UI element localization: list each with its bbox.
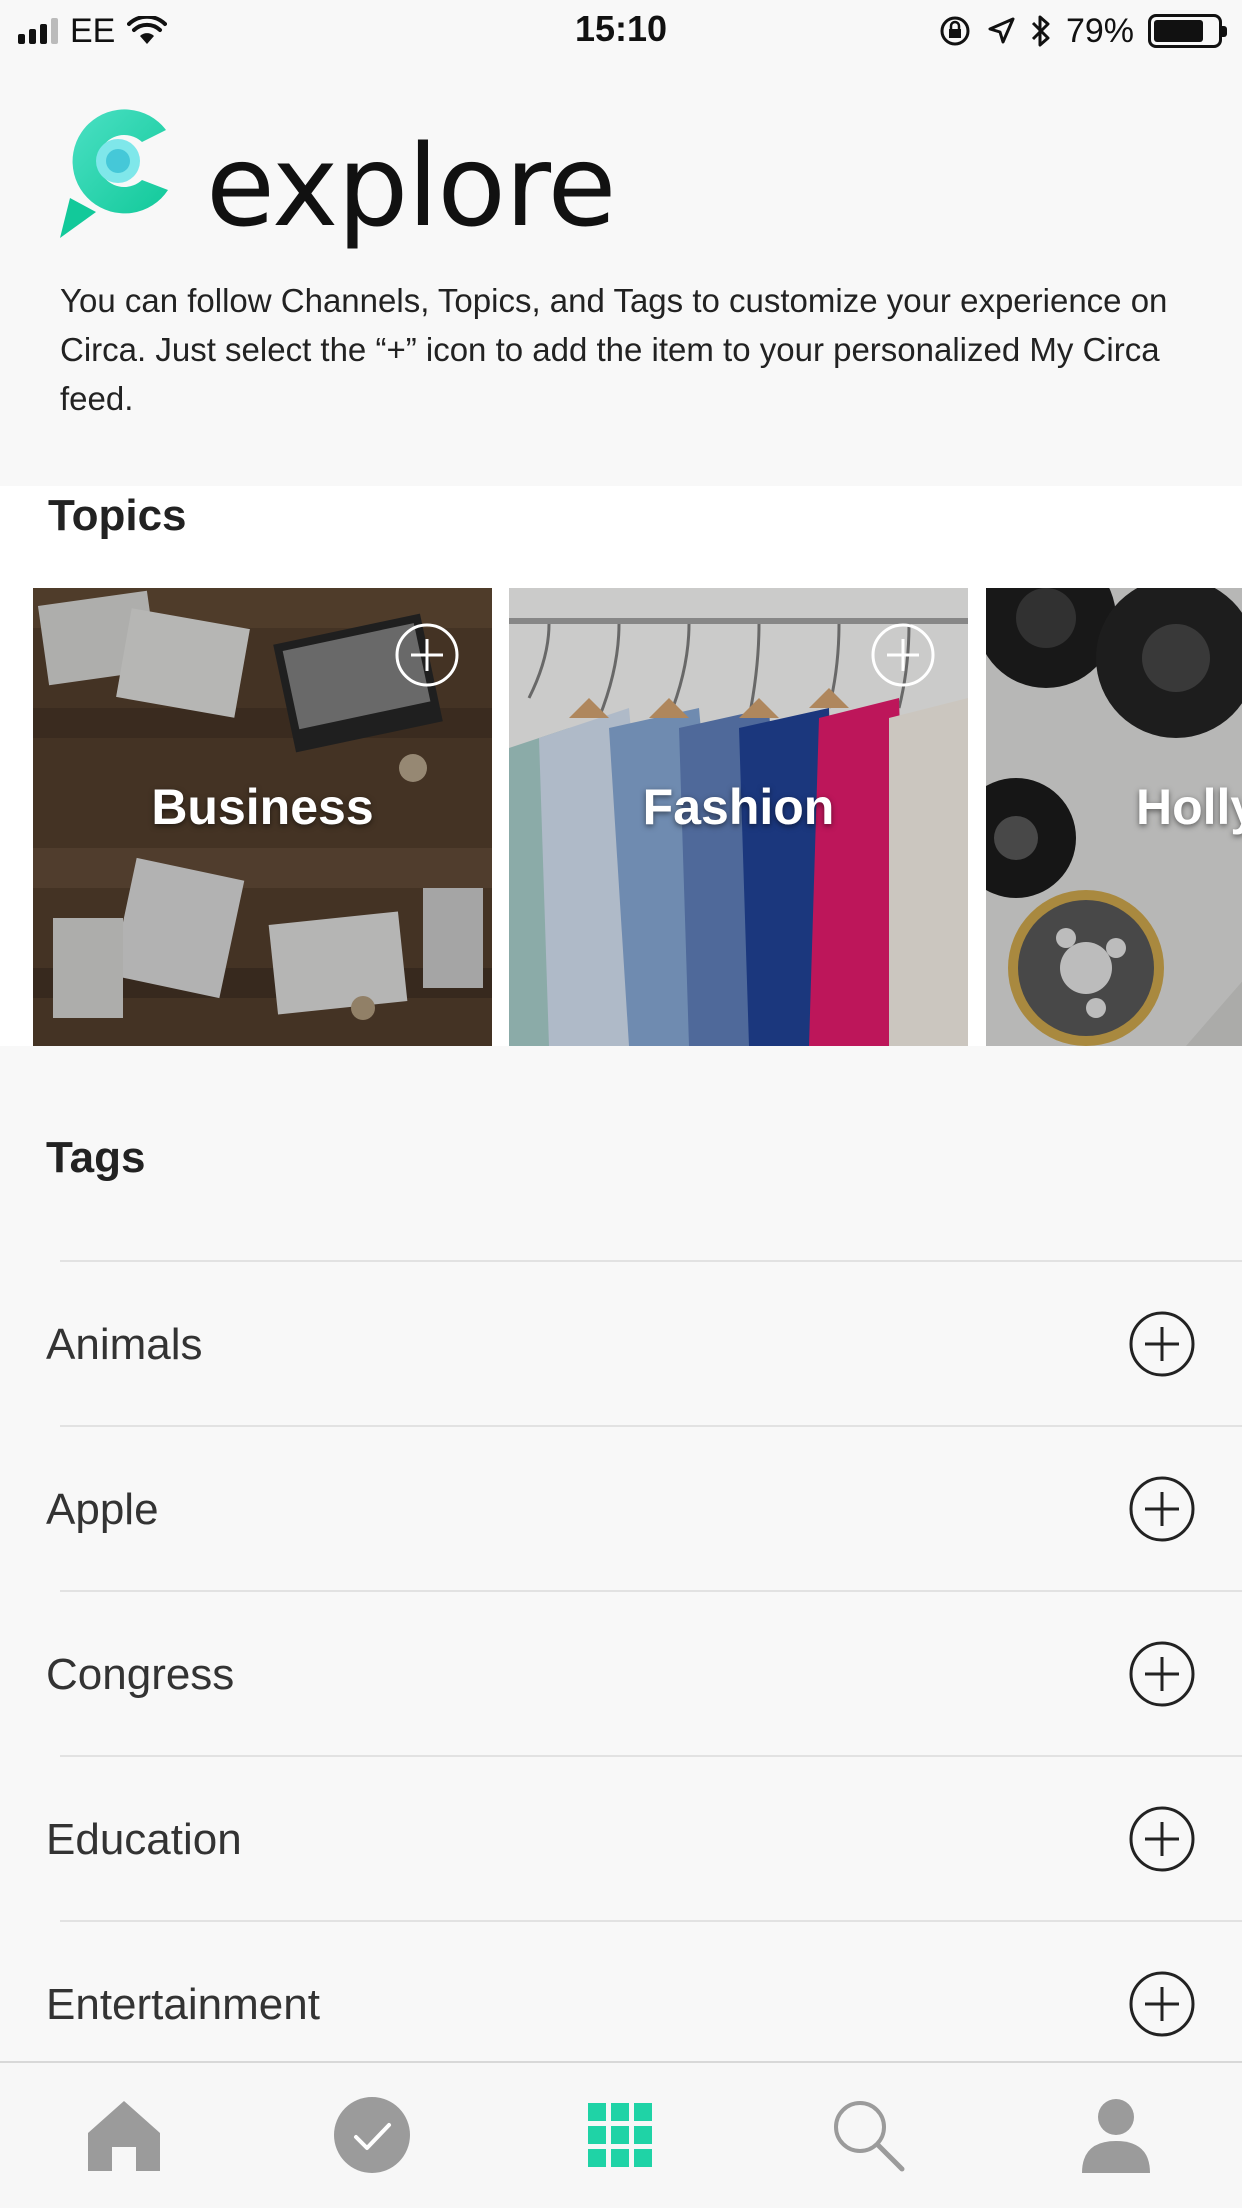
page-description: You can follow Channels, Topics, and Tag… <box>60 282 1168 417</box>
add-topic-fashion-icon[interactable] <box>870 622 936 688</box>
topic-label: Hollyw <box>1136 779 1242 835</box>
tag-label: Education <box>46 1815 242 1864</box>
battery-level-fill <box>1154 20 1203 42</box>
tags-list: Animals Apple Congress Education Enterta… <box>0 1260 1242 2085</box>
location-icon <box>988 17 1015 44</box>
tag-row-education[interactable]: Education <box>46 1755 1242 1920</box>
tag-label: Animals <box>46 1320 203 1369</box>
tab-bar <box>0 2061 1242 2208</box>
tag-label: Congress <box>46 1650 235 1699</box>
tag-label: Apple <box>46 1485 159 1534</box>
add-topic-business-icon[interactable] <box>394 622 460 688</box>
topic-card-hollywood[interactable]: Hollyw <box>986 588 1242 1046</box>
check-icon <box>334 2097 410 2173</box>
status-bar: EE 15:10 79% <box>0 0 1242 62</box>
topic-card-fashion[interactable]: Fashion <box>509 588 968 1046</box>
bluetooth-icon <box>1031 15 1050 47</box>
tag-row-apple[interactable]: Apple <box>46 1425 1242 1590</box>
add-tag-icon[interactable] <box>1128 1970 1196 2038</box>
grid-icon <box>588 2103 652 2167</box>
add-tag-icon[interactable] <box>1128 1475 1196 1543</box>
battery-percent: 79% <box>1065 11 1134 50</box>
topics-carousel[interactable]: Business Fashion Holl <box>33 588 1242 1048</box>
tab-search[interactable] <box>826 2093 910 2177</box>
tag-row-animals[interactable]: Animals <box>46 1260 1242 1425</box>
tab-explore[interactable] <box>578 2093 662 2177</box>
tag-row-congress[interactable]: Congress <box>46 1590 1242 1755</box>
battery-icon <box>1148 14 1227 48</box>
add-tag-icon[interactable] <box>1128 1805 1196 1873</box>
tab-home[interactable] <box>82 2093 166 2177</box>
home-icon <box>88 2101 160 2171</box>
add-tag-icon[interactable] <box>1128 1640 1196 1708</box>
add-tag-icon[interactable] <box>1128 1310 1196 1378</box>
circa-logo-icon <box>60 109 168 238</box>
explore-header: explore You can follow Channels, Topics,… <box>0 62 1242 486</box>
status-right: 79% <box>938 10 1227 52</box>
topics-section: Topics Business Fashion Holl <box>0 486 1242 1046</box>
topics-title: Topics <box>48 491 187 540</box>
search-icon <box>834 2101 905 2172</box>
page-title: explore <box>206 122 616 252</box>
topic-label: Business <box>151 779 374 835</box>
topic-card-business[interactable]: Business <box>33 588 492 1046</box>
orientation-lock-icon <box>940 16 970 46</box>
tab-my-circa[interactable] <box>330 2093 414 2177</box>
tags-title: Tags <box>46 1133 146 1182</box>
profile-icon <box>1082 2099 1150 2173</box>
topic-label: Fashion <box>642 779 835 835</box>
tab-profile[interactable] <box>1074 2093 1158 2177</box>
